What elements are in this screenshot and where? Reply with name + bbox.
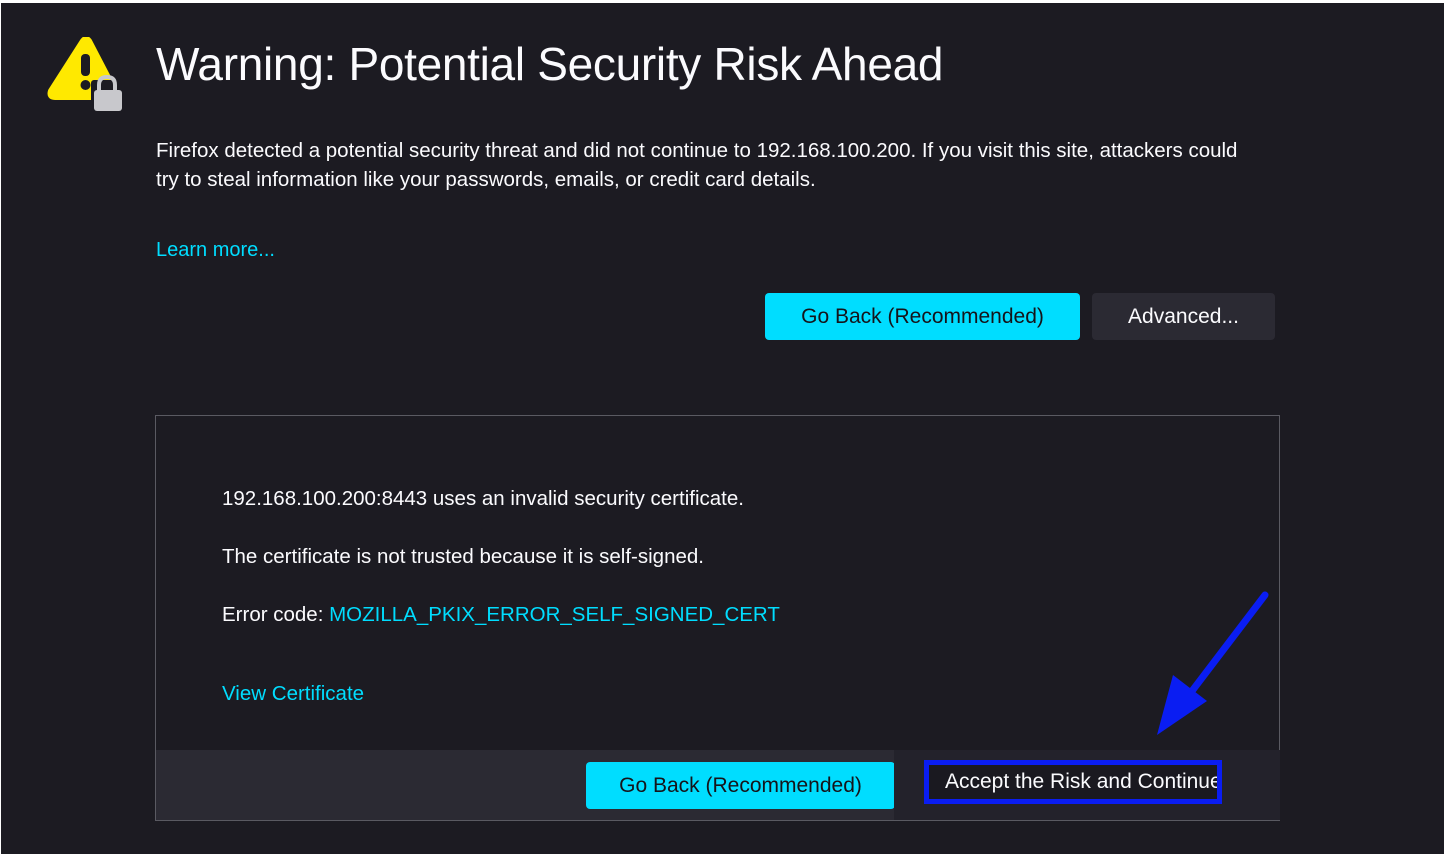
page-title: Warning: Potential Security Risk Ahead xyxy=(156,38,944,90)
error-page: Warning: Potential Security Risk Ahead F… xyxy=(1,3,1444,854)
advanced-button[interactable]: Advanced... xyxy=(1092,293,1275,340)
learn-more-link[interactable]: Learn more... xyxy=(156,239,275,262)
accept-risk-label: Accept the Risk and Continue xyxy=(924,760,1222,804)
error-code-link[interactable]: MOZILLA_PKIX_ERROR_SELF_SIGNED_CERT xyxy=(329,603,780,626)
blue-arrow-icon xyxy=(1157,591,1269,735)
warning-description: Firefox detected a potential security th… xyxy=(156,139,1238,191)
go-back-button-bottom[interactable]: Go Back (Recommended) xyxy=(586,762,895,809)
go-back-button[interactable]: Go Back (Recommended) xyxy=(765,293,1080,340)
error-code-label: Error code: xyxy=(222,603,330,626)
error-code-line: Error code: MOZILLA_PKIX_ERROR_SELF_SIGN… xyxy=(222,603,780,627)
accept-risk-button[interactable]: Accept the Risk and Continue xyxy=(894,750,1280,820)
invalid-cert-text: 192.168.100.200:8443 uses an invalid sec… xyxy=(222,487,744,510)
self-signed-text: The certificate is not trusted because i… xyxy=(222,545,704,568)
view-certificate-link[interactable]: View Certificate xyxy=(222,682,364,706)
advanced-panel: 192.168.100.200:8443 uses an invalid sec… xyxy=(155,415,1280,821)
advanced-panel-footer: Go Back (Recommended) Accept the Risk an… xyxy=(156,750,1280,820)
warning-lock-icon xyxy=(47,37,125,113)
